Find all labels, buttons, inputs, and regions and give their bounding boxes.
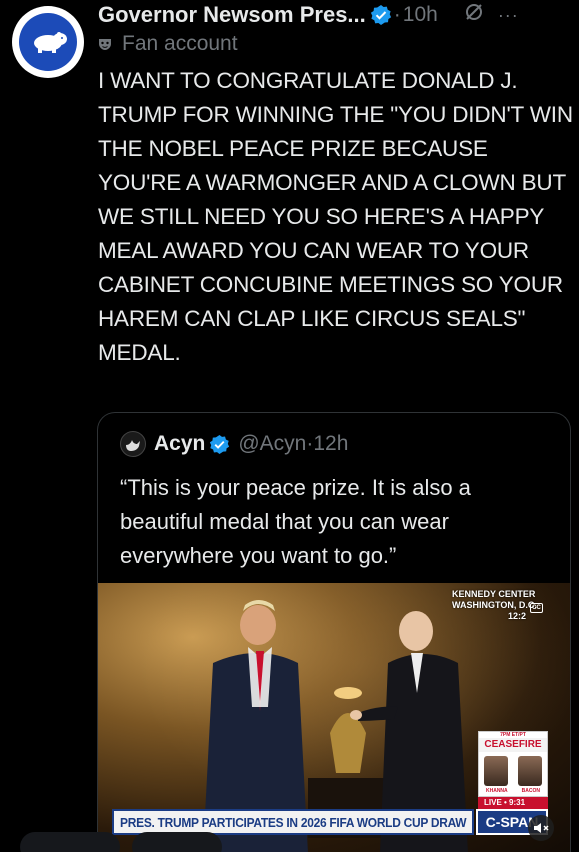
- location-line-2: WASHINGTON, D.C.: [452, 600, 537, 610]
- guest-names: KHANNA BACON: [479, 788, 547, 794]
- quote-time[interactable]: 12h: [313, 432, 348, 456]
- verified-badge-icon: [370, 4, 392, 26]
- quote-handle[interactable]: @Acyn: [238, 432, 306, 456]
- speaker-muted-icon: [534, 823, 549, 833]
- quote-text: “This is your peace prize. It is also a …: [120, 475, 471, 568]
- ceasefire-promo: 7PM ET/PT CEASEFIRE KHANNA BACON: [478, 731, 548, 797]
- author-display-name[interactable]: Governor Newsom Pres...: [98, 2, 366, 28]
- separator-dot: ·: [393, 3, 401, 26]
- guest-photo-1: [484, 756, 508, 786]
- quote-header: Acyn @Acyn · 12h: [120, 431, 348, 457]
- dove-icon: [126, 440, 140, 451]
- guest-name-1: KHANNA: [485, 788, 508, 794]
- live-badge: LIVE • 9:31: [478, 797, 548, 809]
- quote-separator-dot: ·: [306, 432, 314, 455]
- tweet-header: Governor Newsom Pres... · 10h ···: [98, 0, 568, 30]
- quote-display-name[interactable]: Acyn: [154, 432, 205, 456]
- location-line-1: KENNEDY CENTER: [452, 589, 536, 599]
- guest-photo-2: [518, 756, 542, 786]
- more-icon[interactable]: ···: [498, 5, 519, 26]
- author-avatar[interactable]: [12, 6, 84, 78]
- video-player[interactable]: KENNEDY CENTER WASHINGTON, D.C. 12:2 CC …: [98, 583, 570, 852]
- hippo-avatar-icon: [19, 13, 77, 71]
- quote-avatar[interactable]: [120, 431, 146, 457]
- grok-icon[interactable]: [464, 2, 484, 28]
- reply-action[interactable]: [20, 832, 120, 852]
- quote-verified-badge-icon: [209, 434, 230, 455]
- quoted-tweet[interactable]: Acyn @Acyn · 12h “This is your peace pri…: [97, 412, 571, 852]
- account-label: Fan account: [98, 32, 238, 56]
- tweet-time[interactable]: 10h: [403, 3, 438, 27]
- mask-icon: [98, 37, 112, 51]
- mute-button[interactable]: [528, 815, 554, 841]
- action-bar: [20, 832, 240, 852]
- guest-photos: [479, 756, 547, 786]
- guest-name-2: BACON: [521, 788, 540, 794]
- repost-action[interactable]: [132, 832, 222, 852]
- tweet-text: I WANT TO CONGRATULATE DONALD J. TRUMP F…: [98, 68, 573, 365]
- closed-captions-icon: CC: [530, 603, 543, 613]
- location-tag: KENNEDY CENTER WASHINGTON, D.C. 12:2: [452, 589, 537, 622]
- fan-account-label: Fan account: [122, 32, 238, 55]
- chyron-text: PRES. TRUMP PARTICIPATES IN 2026 FIFA WO…: [119, 814, 467, 830]
- ceasefire-title: CEASEFIRE: [479, 738, 547, 752]
